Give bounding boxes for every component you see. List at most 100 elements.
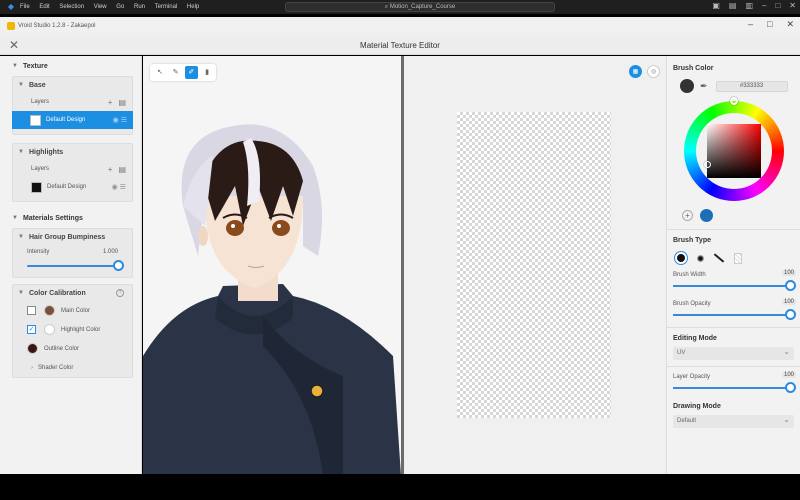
brush-color-row: ✒ #333333 [667,75,800,97]
brush-width-value[interactable]: 100 [781,270,796,276]
right-panel: Brush Color ✒ #333333 + Brush Type Brush… [666,56,800,476]
highlights-card: ▼ Highlights Layers + ▤ Default Design ◉… [12,143,133,202]
menu-edit[interactable]: Edit [39,4,49,10]
texture-section-header[interactable]: ▼ Texture [0,56,141,76]
import-layer-icon[interactable]: ▤ [118,165,126,174]
slider-handle[interactable] [113,260,124,271]
texture-brush-icon[interactable] [730,250,746,266]
main-color-row: Main Color [13,301,132,320]
brush-opacity-row: Brush Opacity 100 [667,298,800,309]
hair-bumpiness-header[interactable]: ▼ Hair Group Bumpiness [13,229,132,245]
eraser-tool-icon[interactable]: ▮ [200,66,214,79]
character-preview-image [143,124,401,476]
app-maximize-icon[interactable]: □ [767,19,772,30]
app-titlebar: Vroid Studio 1.2.8 - Zakaepol – □ ✕ [0,17,800,35]
color-wheel-picker[interactable] [667,97,800,205]
current-color-swatch[interactable] [680,79,694,93]
app-close-icon[interactable]: ✕ [786,19,794,30]
materials-section-label: Materials Settings [22,214,83,222]
layout-icon[interactable]: ▣ [712,1,720,10]
highlight-color-label: Highlight Color [61,326,101,333]
slider-track [673,314,790,316]
menu-go[interactable]: Go [116,4,124,10]
help-icon[interactable]: ? [116,289,124,297]
vscode-menu: File Edit Selection View Go Run Terminal… [20,4,207,10]
highlights-layers-label: Layers [31,166,50,172]
line-brush-icon[interactable] [711,250,727,266]
left-panel: ▼ Texture ▼ Base Layers + ▤ Default Desi… [0,56,142,474]
menu-help[interactable]: Help [187,4,199,10]
slider-handle[interactable] [785,309,796,320]
intensity-label: Intensity [27,249,50,255]
vscode-search-text: Motion_Capture_Course [389,4,456,10]
highlight-color-swatch[interactable] [44,324,55,335]
import-layer-icon[interactable]: ▤ [118,98,126,107]
eyedropper-icon[interactable]: ✒ [700,81,708,92]
add-layer-icon[interactable]: + [108,165,113,174]
saturation-value-square[interactable] [707,124,761,178]
hex-color-input[interactable]: #333333 [715,80,788,92]
hair-bumpiness-card: ▼ Hair Group Bumpiness Intensity 1.000 [12,228,133,278]
highlight-color-checkbox[interactable]: ✓ [27,325,36,334]
base-layers-label: Layers [31,99,50,105]
menu-selection[interactable]: Selection [59,4,84,10]
brush-tool-icon[interactable]: ✐ [184,66,199,79]
color-handle[interactable] [704,161,711,168]
brush-width-slider[interactable] [673,280,796,292]
base-layer-default-design[interactable]: Default Design ◉ ☰ [12,111,133,129]
palette-swatch[interactable] [700,208,713,222]
layer-opacity-value[interactable]: 100 [781,372,796,378]
app-window-controls: – □ ✕ [734,19,794,30]
materials-section-header[interactable]: ▼ Materials Settings [0,208,141,228]
editing-mode-select[interactable]: UV [673,345,794,360]
add-swatch-icon[interactable]: + [682,209,693,221]
menu-file[interactable]: File [20,4,30,10]
menu-run[interactable]: Run [134,4,145,10]
slider-handle[interactable] [785,382,796,393]
layer-visibility-icon[interactable]: ◉ ☰ [113,116,127,124]
highlights-card-header[interactable]: ▼ Highlights [13,144,132,160]
hard-brush-icon[interactable] [673,250,689,266]
panel-icon[interactable]: ▤ [729,1,737,10]
select-tool-icon[interactable]: ↖ [153,66,167,79]
grid-view-icon[interactable]: ▦ [629,65,642,78]
layer-opacity-slider[interactable] [673,382,796,394]
hue-handle[interactable] [730,97,738,105]
vscode-command-search[interactable]: ⌕ Motion_Capture_Course [285,2,555,12]
model-viewport[interactable] [143,56,401,476]
main-color-label: Main Color [61,307,91,314]
outline-color-row: Outline Color [13,339,132,358]
close-icon[interactable]: ✕ [789,1,796,10]
color-calibration-header[interactable]: ▼ Color Calibration [13,285,132,301]
menu-view[interactable]: View [94,4,107,10]
pen-tool-icon[interactable]: ✎ [169,66,183,79]
soft-brush-icon[interactable] [692,250,708,266]
minimize-icon[interactable]: – [762,1,766,10]
highlights-title: Highlights [28,148,64,156]
shader-color-row[interactable]: › Shader Color [13,358,132,377]
maximize-icon[interactable]: □ [775,1,780,10]
highlights-layer-default-design[interactable]: Default Design ◉ ☰ [13,178,132,196]
intensity-slider[interactable] [27,259,124,273]
intensity-value[interactable]: 1.000 [103,249,118,255]
drawing-mode-select[interactable]: Default [673,413,794,428]
headphone-view-icon[interactable]: ◎ [647,65,660,78]
menu-terminal[interactable]: Terminal [155,4,178,10]
slider-track [673,285,790,287]
layer-visibility-icon[interactable]: ◉ ☰ [112,183,126,191]
add-layer-icon[interactable]: + [108,98,113,107]
slider-handle[interactable] [785,280,796,291]
uv-texture-canvas[interactable] [457,112,611,418]
main-color-checkbox[interactable] [27,306,36,315]
chevron-down-icon: ▼ [18,149,24,155]
app-minimize-icon[interactable]: – [748,19,753,30]
sidebar-icon[interactable]: ▥ [745,1,753,10]
layer-opacity-label: Layer Opacity [673,373,711,380]
outline-color-swatch[interactable] [27,343,38,354]
drawing-mode-label: Drawing Mode [673,403,721,410]
base-card-header[interactable]: ▼ Base [13,77,132,93]
brush-width-label: Brush Width [673,271,706,278]
brush-opacity-slider[interactable] [673,309,796,321]
brush-opacity-value[interactable]: 100 [781,299,796,305]
main-color-swatch[interactable] [44,305,55,316]
